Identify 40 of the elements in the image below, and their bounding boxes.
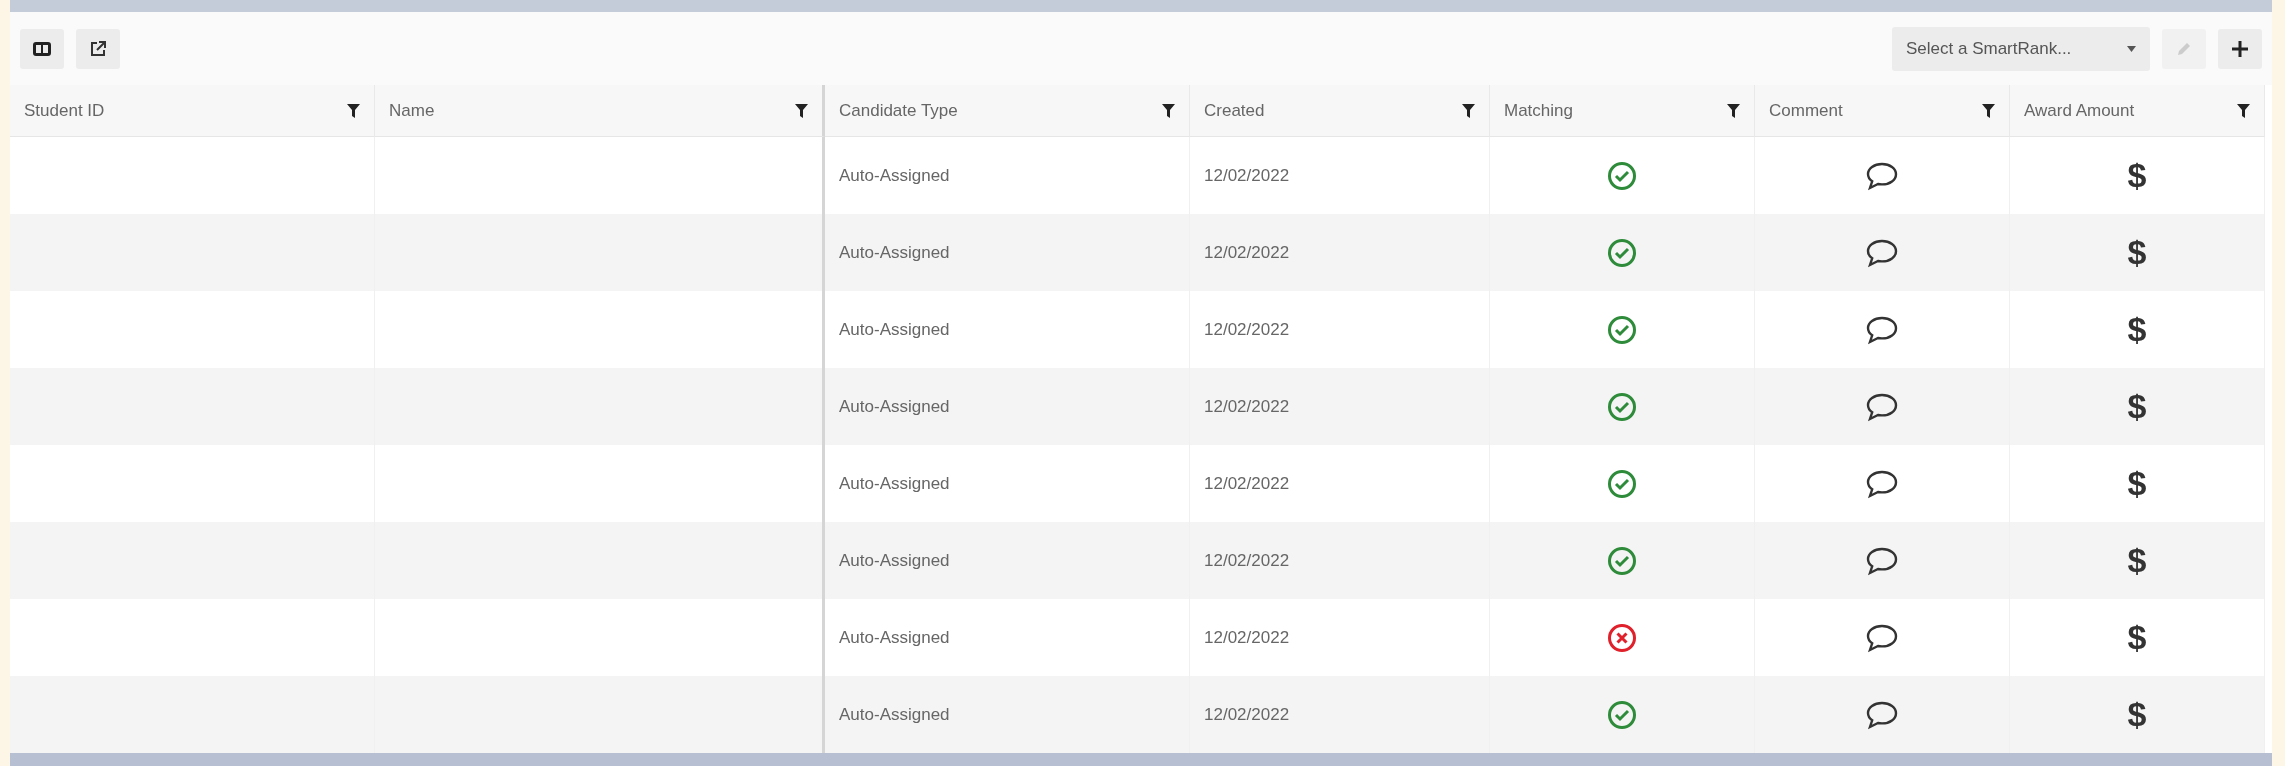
column-header[interactable]: Award Amount bbox=[2010, 85, 2265, 137]
comment-icon[interactable] bbox=[1865, 545, 1899, 576]
dollar-icon[interactable]: $ bbox=[2127, 304, 2147, 355]
dollar-icon[interactable]: $ bbox=[2127, 150, 2147, 201]
filter-icon[interactable] bbox=[347, 103, 360, 118]
dollar-icon[interactable]: $ bbox=[2127, 458, 2147, 509]
comment-icon[interactable] bbox=[1865, 237, 1899, 268]
plus-icon bbox=[2231, 39, 2249, 58]
smartrank-select[interactable]: Select a SmartRank... bbox=[1892, 26, 2150, 71]
column-header[interactable]: Student ID bbox=[10, 85, 375, 137]
filter-icon[interactable] bbox=[1162, 103, 1175, 118]
column-header[interactable]: Candidate Type bbox=[825, 85, 1190, 137]
dollar-icon[interactable]: $ bbox=[2127, 689, 2147, 740]
dollar-icon[interactable]: $ bbox=[2127, 535, 2147, 586]
filter-icon[interactable] bbox=[2237, 103, 2250, 118]
filter-icon[interactable] bbox=[795, 103, 808, 118]
caret-icon bbox=[2127, 45, 2136, 52]
columns-button[interactable] bbox=[20, 28, 64, 69]
dollar-icon[interactable]: $ bbox=[2127, 227, 2147, 278]
dollar-icon[interactable]: $ bbox=[2127, 381, 2147, 432]
column-header[interactable]: Comment bbox=[1755, 85, 2010, 137]
column-header[interactable]: Matching bbox=[1490, 85, 1755, 137]
horizontal-scrollbar[interactable] bbox=[10, 753, 2272, 766]
comment-icon[interactable] bbox=[1865, 699, 1899, 730]
columns-icon bbox=[33, 41, 51, 56]
dollar-icon[interactable]: $ bbox=[2127, 612, 2147, 663]
column-header[interactable]: Name bbox=[375, 85, 825, 137]
filter-icon[interactable] bbox=[1462, 103, 1475, 118]
comment-icon[interactable] bbox=[1865, 160, 1899, 191]
filter-icon[interactable] bbox=[1982, 103, 1995, 118]
comment-icon[interactable] bbox=[1865, 391, 1899, 422]
external-link-icon bbox=[89, 39, 107, 58]
comment-icon[interactable] bbox=[1865, 468, 1899, 499]
comment-icon[interactable] bbox=[1865, 622, 1899, 653]
export-button[interactable] bbox=[76, 28, 120, 69]
pencil-icon bbox=[2176, 40, 2192, 57]
comment-icon[interactable] bbox=[1865, 314, 1899, 345]
column-header[interactable]: Created bbox=[1190, 85, 1490, 137]
add-button[interactable] bbox=[2218, 28, 2262, 69]
filter-icon[interactable] bbox=[1727, 103, 1740, 118]
